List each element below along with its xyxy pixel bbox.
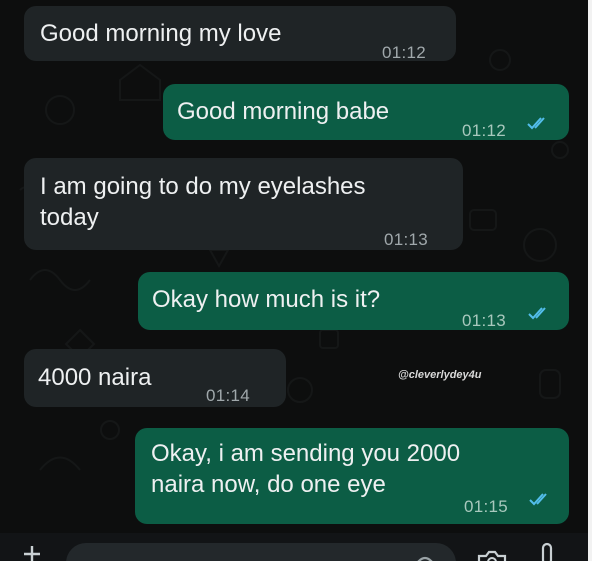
message-bubble-outgoing[interactable]: Good morning babe 01:12 — [163, 84, 569, 140]
message-text: Good morning my love — [40, 20, 282, 47]
read-receipt-icon — [527, 117, 545, 130]
message-time: 01:15 — [464, 497, 509, 516]
message-text: Good morning babe — [177, 98, 390, 125]
read-receipt-icon — [528, 307, 546, 320]
message-text: 4000 naira — [38, 364, 152, 391]
message-bubble-incoming[interactable]: I am going to do my eyelashes today 01:1… — [24, 158, 463, 250]
message-bubble-incoming[interactable]: Good morning my love 01:12 — [24, 6, 456, 62]
message-text: Okay how much is it? — [152, 286, 381, 313]
message-time: 01:13 — [384, 230, 429, 249]
microphone-icon[interactable] — [536, 542, 558, 561]
message-time: 01:13 — [462, 311, 507, 330]
message-text: Okay, i am sending you 2000 naira now, d… — [151, 440, 461, 498]
chat-screen: Good morning my love 01:12 Good morning … — [0, 0, 588, 561]
sticker-icon[interactable] — [412, 548, 438, 561]
message-time: 01:14 — [206, 386, 251, 405]
message-bubble-outgoing[interactable]: Okay, i am sending you 2000 naira now, d… — [135, 428, 569, 524]
plus-icon[interactable] — [22, 544, 42, 561]
message-bubble-incoming[interactable]: 4000 naira 01:14 — [24, 349, 286, 407]
camera-icon[interactable] — [476, 548, 508, 561]
message-bubble-outgoing[interactable]: Okay how much is it? 01:13 — [138, 272, 569, 330]
message-time: 01:12 — [462, 121, 507, 140]
message-time: 01:12 — [382, 43, 427, 62]
read-receipt-icon — [529, 493, 547, 506]
message-input[interactable] — [66, 543, 456, 561]
message-text: I am going to do my eyelashes today — [40, 173, 366, 231]
screenshot-border — [588, 0, 592, 561]
watermark: @cleverlydey4u — [398, 369, 482, 381]
